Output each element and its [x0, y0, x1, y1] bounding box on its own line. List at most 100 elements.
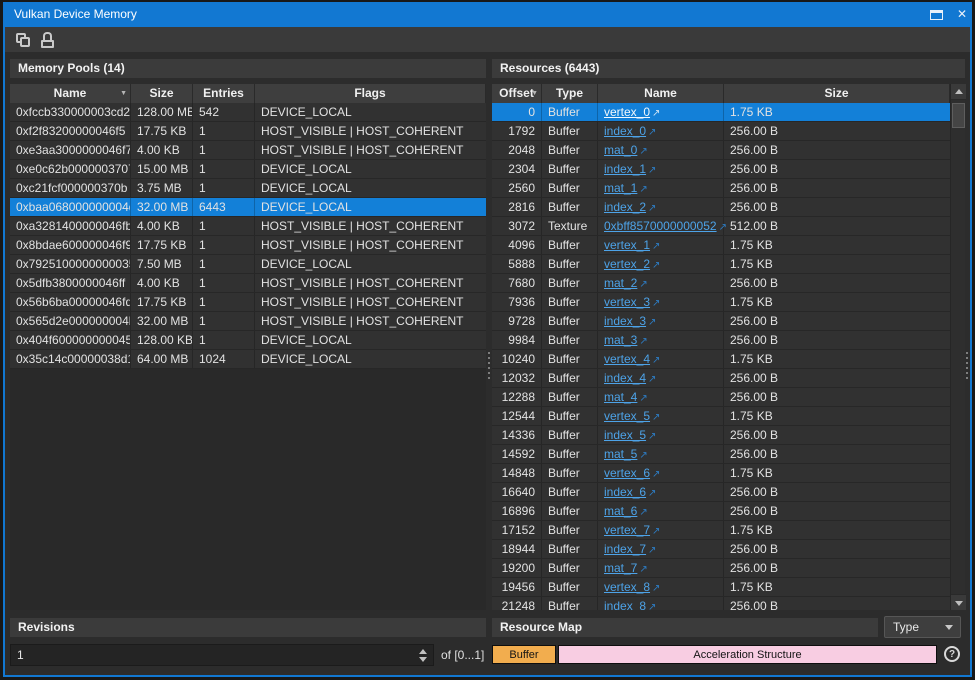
resource-row[interactable]: 14848Buffervertex_6↗1.75 KB: [492, 464, 950, 483]
resource-size: 256.00 B: [724, 122, 950, 140]
resource-row[interactable]: 16640Bufferindex_6↗256.00 B: [492, 483, 950, 502]
resource-link[interactable]: index_0: [604, 124, 646, 138]
resource-row[interactable]: 19200Buffermat_7↗256.00 B: [492, 559, 950, 578]
resource-row[interactable]: 12288Buffermat_4↗256.00 B: [492, 388, 950, 407]
column-header-offset[interactable]: Offset▼: [492, 84, 542, 103]
resource-row[interactable]: 5888Buffervertex_2↗1.75 KB: [492, 255, 950, 274]
memory-pool-row[interactable]: 0xfccb330000003cd2128.00 MB542DEVICE_LOC…: [10, 103, 486, 122]
resource-row[interactable]: 12032Bufferindex_4↗256.00 B: [492, 369, 950, 388]
column-header-entries[interactable]: Entries: [193, 84, 255, 103]
memory-pool-row[interactable]: 0x8bdae600000046f917.75 KB1HOST_VISIBLE …: [10, 236, 486, 255]
resource-link[interactable]: 0xbff8570000000052: [604, 219, 717, 233]
resource-link[interactable]: mat_6: [604, 504, 637, 518]
resource-row[interactable]: 1792Bufferindex_0↗256.00 B: [492, 122, 950, 141]
resource-link[interactable]: mat_2: [604, 276, 637, 290]
scroll-up-icon[interactable]: [951, 84, 966, 100]
resource-row[interactable]: 3072Texture0xbff8570000000052↗512.00 B: [492, 217, 950, 236]
resource-link[interactable]: vertex_5: [604, 409, 650, 423]
memory-pool-row[interactable]: 0x79251000000000357.50 MB1DEVICE_LOCAL: [10, 255, 486, 274]
resource-link[interactable]: index_2: [604, 200, 646, 214]
resource-map-segment[interactable]: Acceleration Structure: [558, 645, 937, 664]
help-icon[interactable]: ?: [944, 646, 960, 662]
resource-link[interactable]: index_5: [604, 428, 646, 442]
resource-row[interactable]: 2048Buffermat_0↗256.00 B: [492, 141, 950, 160]
resource-link[interactable]: vertex_3: [604, 295, 650, 309]
resource-row[interactable]: 4096Buffervertex_1↗1.75 KB: [492, 236, 950, 255]
memory-pool-row[interactable]: 0xc21fcf000000370b3.75 MB1DEVICE_LOCAL: [10, 179, 486, 198]
revision-spinbox[interactable]: [10, 644, 434, 666]
resource-row[interactable]: 0Buffervertex_0↗1.75 KB: [492, 103, 950, 122]
resource-row[interactable]: 7680Buffermat_2↗256.00 B: [492, 274, 950, 293]
scrollbar-thumb[interactable]: [952, 103, 965, 128]
memory-pool-row[interactable]: 0xbaa068000000004d32.00 MB6443DEVICE_LOC…: [10, 198, 486, 217]
resource-link[interactable]: index_3: [604, 314, 646, 328]
right-splitter-handle[interactable]: [964, 352, 970, 379]
duplicate-window-icon[interactable]: [15, 32, 31, 48]
resource-row[interactable]: 2560Buffermat_1↗256.00 B: [492, 179, 950, 198]
resource-row[interactable]: 9728Bufferindex_3↗256.00 B: [492, 312, 950, 331]
resource-row[interactable]: 10240Buffervertex_4↗1.75 KB: [492, 350, 950, 369]
scroll-down-icon[interactable]: [951, 594, 966, 610]
resource-link[interactable]: vertex_7: [604, 523, 650, 537]
lock-icon[interactable]: [39, 32, 55, 48]
memory-pool-row[interactable]: 0xf2f83200000046f517.75 KB1HOST_VISIBLE …: [10, 122, 486, 141]
resource-row[interactable]: 16896Buffermat_6↗256.00 B: [492, 502, 950, 521]
column-header-type[interactable]: Type: [542, 84, 598, 103]
resource-row[interactable]: 17152Buffervertex_7↗1.75 KB: [492, 521, 950, 540]
resource-type: Buffer: [542, 312, 598, 330]
resource-link[interactable]: vertex_2: [604, 257, 650, 271]
resource-link[interactable]: vertex_4: [604, 352, 650, 366]
resource-row[interactable]: 21248Bufferindex_8↗256.00 B: [492, 597, 950, 610]
memory-pool-row[interactable]: 0x565d2e000000004b32.00 MB1HOST_VISIBLE …: [10, 312, 486, 331]
memory-pool-row[interactable]: 0xa3281400000046fb4.00 KB1HOST_VISIBLE |…: [10, 217, 486, 236]
resource-link[interactable]: index_1: [604, 162, 646, 176]
titlebar[interactable]: Vulkan Device Memory ✕: [3, 2, 972, 27]
resource-link[interactable]: index_7: [604, 542, 646, 556]
resource-row[interactable]: 14336Bufferindex_5↗256.00 B: [492, 426, 950, 445]
resource-link[interactable]: mat_0: [604, 143, 637, 157]
resource-row[interactable]: 19456Buffervertex_8↗1.75 KB: [492, 578, 950, 597]
spin-down-icon[interactable]: [419, 657, 427, 662]
resource-link[interactable]: mat_3: [604, 333, 637, 347]
memory-pool-row[interactable]: 0xe3aa3000000046f74.00 KB1HOST_VISIBLE |…: [10, 141, 486, 160]
close-icon[interactable]: ✕: [953, 6, 971, 23]
column-header-size[interactable]: Size: [724, 84, 950, 103]
resource-link[interactable]: mat_5: [604, 447, 637, 461]
restore-icon[interactable]: [930, 10, 943, 20]
resource-type: Buffer: [542, 578, 598, 596]
resource-map-bar[interactable]: BufferAcceleration Structure: [492, 645, 937, 664]
resource-row[interactable]: 18944Bufferindex_7↗256.00 B: [492, 540, 950, 559]
resource-row[interactable]: 7936Buffervertex_3↗1.75 KB: [492, 293, 950, 312]
resource-row[interactable]: 14592Buffermat_5↗256.00 B: [492, 445, 950, 464]
memory-pool-row[interactable]: 0x404f600000000045128.00 KB1DEVICE_LOCAL: [10, 331, 486, 350]
column-header-flags[interactable]: Flags: [255, 84, 486, 103]
memory-pool-row[interactable]: 0x35c14c00000038d164.00 MB1024DEVICE_LOC…: [10, 350, 486, 369]
resource-row[interactable]: 2816Bufferindex_2↗256.00 B: [492, 198, 950, 217]
resource-link[interactable]: mat_7: [604, 561, 637, 575]
memory-pool-row[interactable]: 0xe0c62b000000370715.00 MB1DEVICE_LOCAL: [10, 160, 486, 179]
resource-link[interactable]: index_4: [604, 371, 646, 385]
memory-pool-row[interactable]: 0x5dfb3800000046ff4.00 KB1HOST_VISIBLE |…: [10, 274, 486, 293]
resource-row[interactable]: 9984Buffermat_3↗256.00 B: [492, 331, 950, 350]
memory-pool-row[interactable]: 0x56b6ba00000046fd17.75 KB1HOST_VISIBLE …: [10, 293, 486, 312]
column-header-name[interactable]: Name: [598, 84, 724, 103]
panel-splitter-handle[interactable]: [486, 352, 492, 379]
resource-link[interactable]: mat_1: [604, 181, 637, 195]
revision-spinner[interactable]: [416, 645, 430, 665]
resources-scrollbar[interactable]: [950, 84, 965, 610]
resource-link[interactable]: vertex_0: [604, 105, 650, 119]
resource-map-type-dropdown[interactable]: Type: [884, 616, 961, 638]
resource-link[interactable]: mat_4: [604, 390, 637, 404]
column-header-size[interactable]: Size: [131, 84, 193, 103]
resource-link[interactable]: vertex_8: [604, 580, 650, 594]
resource-row[interactable]: 12544Buffervertex_5↗1.75 KB: [492, 407, 950, 426]
resource-link[interactable]: index_6: [604, 485, 646, 499]
resource-link[interactable]: vertex_6: [604, 466, 650, 480]
resource-link[interactable]: vertex_1: [604, 238, 650, 252]
spin-up-icon[interactable]: [419, 649, 427, 654]
resource-row[interactable]: 2304Bufferindex_1↗256.00 B: [492, 160, 950, 179]
revision-value-input[interactable]: [11, 645, 407, 665]
resource-link[interactable]: index_8: [604, 599, 646, 610]
column-header-name[interactable]: Name▼: [10, 84, 131, 103]
resource-map-segment[interactable]: Buffer: [492, 645, 556, 664]
